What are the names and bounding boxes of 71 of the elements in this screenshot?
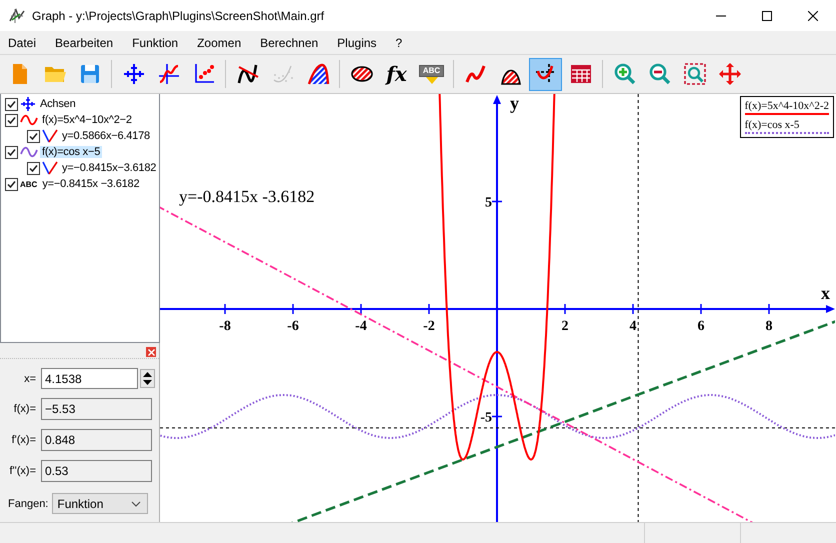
tick-label: 2	[562, 319, 568, 334]
tangent-icon	[42, 129, 58, 143]
tick-label: 8	[766, 319, 772, 334]
field-label: f(x)=	[12, 403, 36, 415]
tick-label: 6	[698, 319, 704, 334]
menu-item[interactable]: ?	[390, 36, 412, 50]
tangent-icon	[42, 161, 58, 175]
tree-item[interactable]: f(x)=5x^4−10x^2−2	[40, 114, 134, 126]
checkbox[interactable]	[27, 162, 40, 174]
toolbar-button[interactable]: ABC	[415, 58, 448, 90]
menu-item[interactable]: Zoomen	[191, 36, 250, 50]
checkbox[interactable]	[5, 178, 18, 190]
checkbox[interactable]	[27, 130, 40, 142]
tree-item[interactable]: f(x)=cos x−5	[40, 146, 102, 158]
menu-item[interactable]: Plugins	[331, 36, 386, 50]
tree-item[interactable]: y=−0.8415x −3.6182	[40, 178, 142, 190]
field-label: x=	[23, 372, 36, 384]
up-arrow-icon	[143, 372, 152, 377]
triangle-icon	[426, 76, 438, 84]
spinner[interactable]	[140, 369, 155, 388]
result-field: 0.848	[41, 429, 152, 451]
toolbar-button[interactable]	[529, 58, 562, 90]
tick-label: -2	[423, 319, 435, 334]
down-arrow-icon	[143, 380, 152, 385]
tree-panel: Achsen f(x)=5x^4−10x^2−2 y=0.5866x−6.4178 f(x)=cos x−5 y=−0.8415x−3.6182 ABC y=−0.8415x −3.6182	[0, 94, 160, 343]
tree-item[interactable]: y=0.5866x−6.4178	[60, 130, 152, 142]
tick-label: -8	[219, 319, 231, 334]
zoom-in-icon	[612, 62, 636, 86]
tick-label: -6	[287, 319, 299, 334]
tree-item[interactable]: Achsen	[38, 98, 78, 110]
maximize-icon	[762, 10, 772, 20]
menu-item[interactable]: Datei	[2, 36, 46, 50]
line-annotation: y=-0.8415x -3.6182	[179, 187, 315, 206]
checkbox[interactable]	[5, 114, 18, 126]
axis-label: y	[510, 94, 519, 113]
field-label: f''(x)=	[8, 465, 36, 477]
field-label: f'(x)=	[10, 434, 36, 446]
curve-icon	[236, 62, 260, 86]
window-title: Graph - y:\Projects\Graph\Plugins\ScreenShot\Main.grf	[32, 8, 326, 22]
tick-label: -5	[480, 410, 492, 426]
tick-label: 5	[485, 196, 492, 210]
axes-icon	[20, 97, 36, 111]
menu-item[interactable]: Bearbeiten	[49, 36, 122, 50]
tick-label: 4	[630, 319, 636, 334]
legend-label: f(x)=5x^4-10x^2-2	[744, 100, 829, 112]
menu-item[interactable]: Funktion	[126, 36, 188, 50]
legend-label: f(x)=cos x-5	[744, 119, 800, 131]
field-label: Fangen:	[8, 498, 48, 510]
zoom-out-icon	[648, 62, 672, 86]
striped-area-icon	[306, 62, 330, 86]
chevron-down-icon	[131, 500, 142, 506]
result-field: 0.53	[41, 460, 152, 482]
menu-item[interactable]: Berechnen	[254, 36, 328, 50]
zoom-rectangle-icon	[682, 62, 706, 86]
close-icon	[808, 10, 818, 20]
move-arrows-icon	[718, 62, 742, 86]
axes-icon	[122, 62, 146, 86]
snap-dropdown[interactable]: Funktion	[52, 493, 148, 514]
checkbox[interactable]	[5, 146, 18, 158]
close-icon	[148, 348, 154, 356]
checkbox[interactable]	[5, 98, 18, 110]
table-icon	[568, 62, 592, 86]
tick-label: -4	[355, 319, 367, 334]
tree-item[interactable]: y=−0.8415x−3.6182	[60, 162, 158, 174]
axis-label: x	[821, 283, 830, 303]
app-icon	[8, 6, 26, 24]
close-button[interactable]	[146, 347, 156, 357]
toolbar-button[interactable]: fx	[380, 58, 413, 90]
result-field: −5.53	[41, 398, 152, 420]
x-input-field[interactable]: 4.1538	[41, 368, 138, 389]
function-graph-icon	[156, 62, 180, 86]
